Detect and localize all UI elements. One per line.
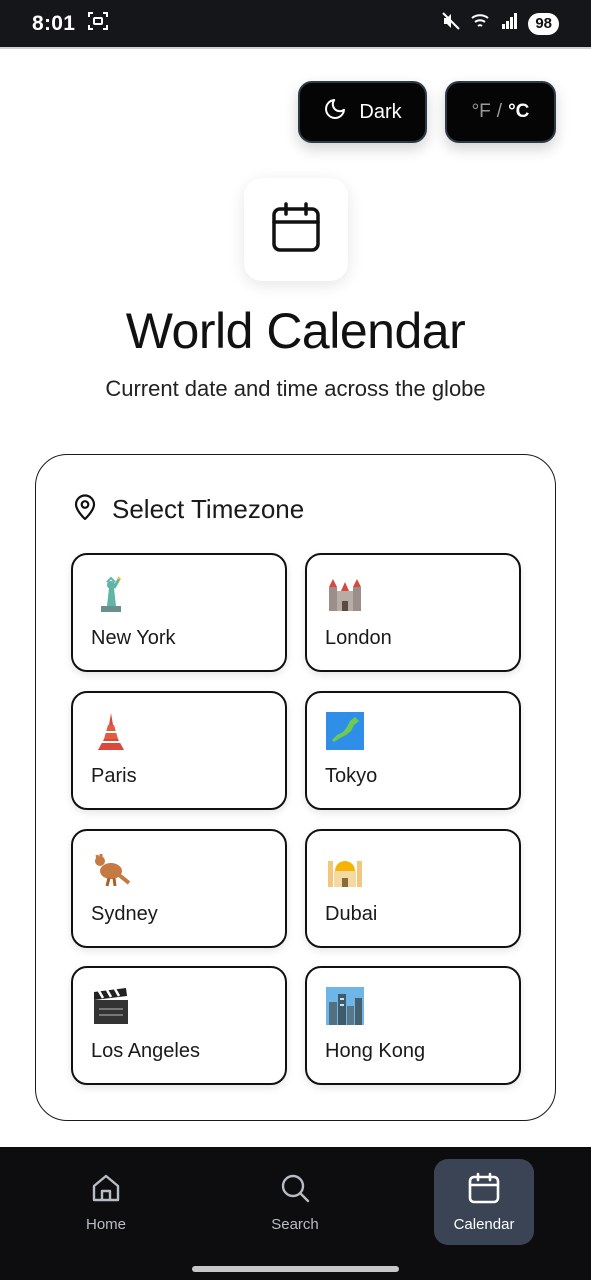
timezone-card-tokyo[interactable]: Tokyo <box>305 691 521 810</box>
kangaroo-icon <box>91 849 131 889</box>
theme-label: Dark <box>359 100 402 123</box>
unit-fahrenheit: °F <box>471 101 491 122</box>
calendar-icon <box>468 1172 500 1208</box>
timezone-name: Los Angeles <box>91 1040 200 1062</box>
status-right: 98 <box>441 11 559 36</box>
gesture-area <box>0 1258 591 1280</box>
home-icon <box>90 1172 122 1208</box>
status-left: 8:01 <box>32 10 109 37</box>
gesture-bar[interactable] <box>192 1266 399 1272</box>
temperature-unit-toggle[interactable]: °F / °C <box>445 81 556 143</box>
timezone-name: Paris <box>91 765 137 787</box>
timezone-card-paris[interactable]: Paris <box>71 691 287 810</box>
unit-separator: / <box>496 101 503 122</box>
nav-item-calendar[interactable]: Calendar <box>434 1159 534 1245</box>
theme-toggle-button[interactable]: Dark <box>298 81 427 143</box>
timezone-card-los-angeles[interactable]: Los Angeles <box>71 966 287 1085</box>
timezone-card-sydney[interactable]: Sydney <box>71 829 287 948</box>
tower-icon <box>91 711 131 751</box>
timezone-name: Tokyo <box>325 765 378 787</box>
unit-celsius: °C <box>508 101 530 122</box>
timezone-name: Dubai <box>325 903 378 925</box>
signal-icon <box>501 12 519 35</box>
timezone-name: London <box>325 627 392 649</box>
status-bar: 8:01 98 <box>0 0 591 47</box>
timezone-card-new-york[interactable]: New York <box>71 553 287 672</box>
timezone-panel: Select Timezone New York London Paris To… <box>35 454 556 1121</box>
timezone-card-dubai[interactable]: Dubai <box>305 829 521 948</box>
cityscape-icon <box>325 986 365 1026</box>
wifi-icon <box>470 12 492 35</box>
timezone-card-london[interactable]: London <box>305 553 521 672</box>
timezone-header: Select Timezone <box>72 493 304 526</box>
timezone-name: New York <box>91 627 176 649</box>
app-logo <box>244 178 348 281</box>
page-title: World Calendar <box>125 303 466 359</box>
japan-map-icon <box>325 711 365 751</box>
nav-label-home: Home <box>85 1215 126 1233</box>
castle-icon <box>325 573 365 613</box>
timezone-name: Sydney <box>91 903 158 925</box>
top-divider <box>0 47 591 49</box>
page-subtitle: Current date and time across the globe <box>105 376 486 401</box>
nav-label-search: Search <box>271 1215 319 1233</box>
bottom-nav: Home Search Calendar <box>0 1147 591 1258</box>
timezone-heading: Select Timezone <box>112 494 305 524</box>
nav-item-search[interactable]: Search <box>245 1159 345 1245</box>
screenshot-icon <box>87 10 109 37</box>
nav-item-home[interactable]: Home <box>56 1159 156 1245</box>
nav-label-calendar: Calendar <box>453 1215 515 1233</box>
location-pin-icon <box>72 493 98 526</box>
status-time: 8:01 <box>32 11 76 35</box>
mosque-icon <box>325 849 365 889</box>
moon-icon <box>323 97 347 127</box>
search-icon <box>279 1172 311 1208</box>
mute-icon <box>441 11 461 36</box>
timezone-name: Hong Kong <box>325 1040 426 1062</box>
statue-of-liberty-icon <box>91 573 131 613</box>
calendar-icon <box>271 201 321 258</box>
clapper-board-icon <box>91 986 131 1026</box>
battery-indicator: 98 <box>528 12 559 35</box>
timezone-card-hong-kong[interactable]: Hong Kong <box>305 966 521 1085</box>
